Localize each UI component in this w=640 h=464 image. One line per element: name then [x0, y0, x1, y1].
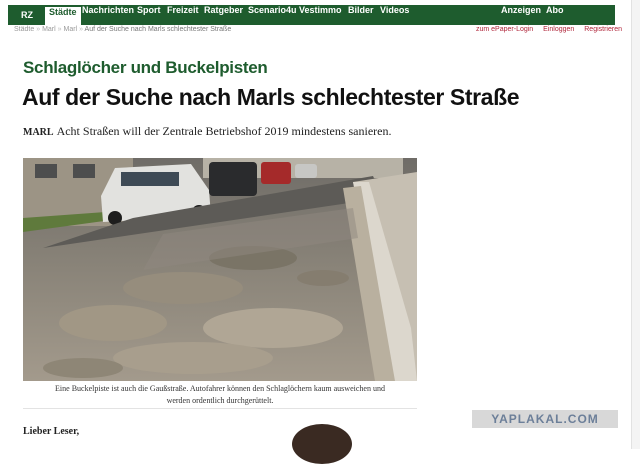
- nav-item-bilder[interactable]: Bilder: [348, 5, 374, 25]
- breadcrumb-separator: »: [57, 26, 62, 33]
- nav-item-nachrichten[interactable]: Nachrichten: [82, 5, 134, 25]
- article-photo[interactable]: [23, 158, 417, 381]
- nav-item-scenario4u[interactable]: Scenario4u: [248, 5, 297, 25]
- breadcrumb-current: Auf der Suche nach Marls schlechtester S…: [84, 26, 232, 33]
- nav-item-staedte[interactable]: Städte: [45, 5, 81, 25]
- breadcrumb-item[interactable]: Marl: [42, 26, 56, 33]
- street-photo: [23, 158, 417, 381]
- breadcrumb: Städte » Marl » Marl » Auf der Suche nac…: [14, 26, 231, 33]
- main-navigation: RZ Städte Nachrichten Sport Freizeit Rat…: [8, 5, 615, 25]
- nav-item-videos[interactable]: Videos: [380, 5, 409, 25]
- site-logo[interactable]: RZ: [12, 8, 42, 22]
- breadcrumb-item[interactable]: Städte: [14, 26, 34, 33]
- breadcrumb-separator: »: [79, 26, 83, 33]
- caption-line: Eine Buckelpiste ist auch die Gaußstraße…: [55, 384, 385, 393]
- divider: [23, 408, 417, 409]
- epaper-login-link[interactable]: zum ePaper-Login: [476, 26, 533, 33]
- article-teaser: MARL Acht Straßen will der Zentrale Betri…: [23, 124, 391, 139]
- account-links: zum ePaper-Login Einloggen Registrieren: [468, 26, 622, 33]
- breadcrumb-item[interactable]: Marl: [64, 26, 78, 33]
- register-link[interactable]: Registrieren: [584, 26, 622, 33]
- article-salutation: Lieber Leser,: [23, 426, 80, 437]
- article-headline: Auf der Suche nach Marls schlechtester S…: [22, 84, 520, 110]
- dateline: MARL: [23, 127, 54, 138]
- nav-item-sport[interactable]: Sport: [137, 5, 161, 25]
- nav-item-anzeigen[interactable]: Anzeigen: [501, 5, 541, 25]
- photo-caption: Eine Buckelpiste ist auch die Gaußstraße…: [23, 383, 417, 407]
- breadcrumb-separator: »: [36, 26, 41, 33]
- watermark: YAPLAKAL.COM: [472, 410, 618, 428]
- nav-item-abo[interactable]: Abo: [546, 5, 564, 25]
- article-kicker: Schlaglöcher und Buckelpisten: [23, 58, 268, 77]
- nav-item-ratgeber[interactable]: Ratgeber: [204, 5, 243, 25]
- nav-item-vestimmo[interactable]: Vestimmo: [299, 5, 342, 25]
- login-link[interactable]: Einloggen: [543, 26, 574, 33]
- caption-line: werden ordentlich durchgerüttelt.: [166, 396, 274, 405]
- nav-item-freizeit[interactable]: Freizeit: [167, 5, 199, 25]
- teaser-text: Acht Straßen will der Zentrale Betriebsh…: [56, 124, 392, 138]
- scrollbar[interactable]: [631, 0, 640, 449]
- author-avatar: [292, 424, 352, 464]
